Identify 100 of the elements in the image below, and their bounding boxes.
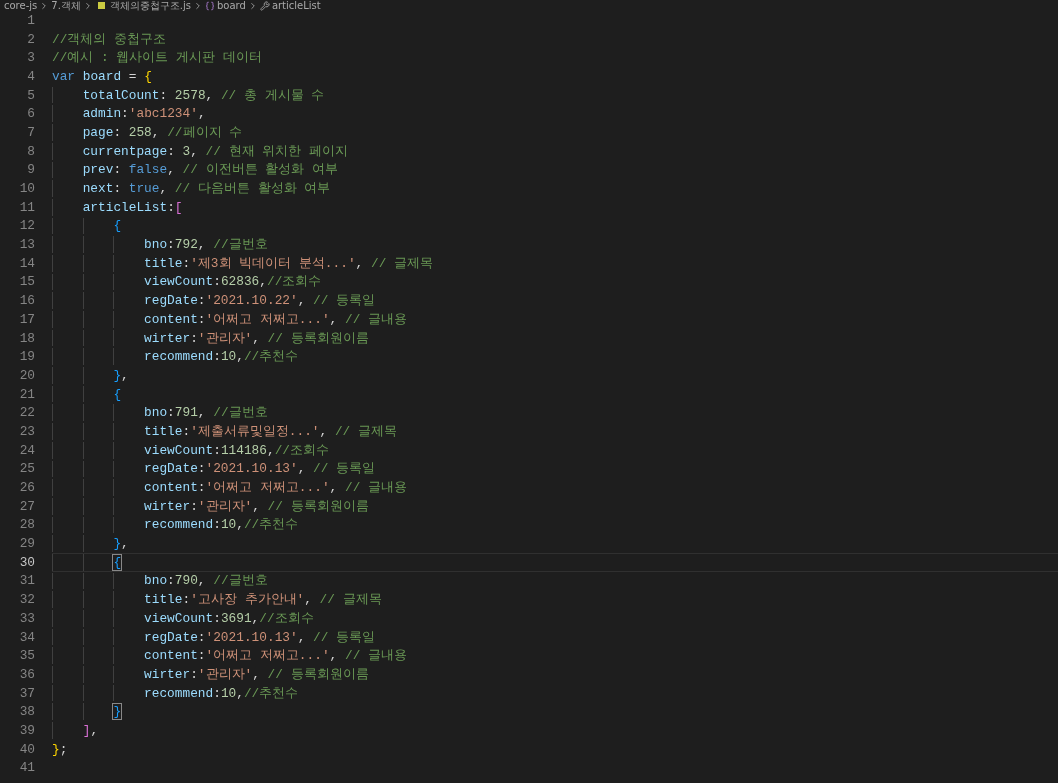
punctuation: ; bbox=[59, 741, 68, 757]
punctuation: : bbox=[213, 517, 221, 533]
punctuation: , bbox=[197, 237, 207, 253]
punctuation: , bbox=[236, 349, 244, 365]
punctuation: , bbox=[197, 405, 207, 421]
punctuation: , bbox=[190, 143, 199, 159]
line-number: 30 bbox=[18, 554, 35, 570]
line-number: 29 bbox=[18, 536, 35, 552]
number-literal: 10 bbox=[220, 349, 237, 365]
punctuation: : bbox=[167, 573, 175, 589]
line-number: 20 bbox=[18, 367, 35, 383]
breadcrumb-item[interactable]: core-js bbox=[4, 0, 38, 11]
code-comment: // 글제목 bbox=[334, 422, 397, 440]
punctuation: , bbox=[252, 498, 261, 514]
property-name: content bbox=[144, 311, 198, 327]
property-name: viewCount bbox=[144, 274, 214, 290]
line-number: 11 bbox=[18, 199, 35, 215]
punctuation: : bbox=[197, 480, 206, 496]
punctuation: , bbox=[251, 610, 260, 626]
property-name: totalCount bbox=[82, 87, 160, 103]
punctuation: : bbox=[197, 629, 206, 645]
breadcrumb-item[interactable]: 객체의중첩구조.js bbox=[109, 0, 191, 11]
punctuation: , bbox=[252, 666, 261, 682]
keyword: true bbox=[128, 181, 160, 197]
number-literal: 2578 bbox=[174, 87, 206, 103]
property-name: next bbox=[82, 181, 114, 197]
punctuation: , bbox=[355, 255, 365, 271]
keyword: false bbox=[128, 162, 168, 178]
line-number: 4 bbox=[26, 68, 35, 84]
breadcrumb-item[interactable]: articleList bbox=[271, 0, 321, 11]
line-number: 3 bbox=[26, 50, 35, 66]
line-number: 21 bbox=[18, 386, 35, 402]
line-number: 40 bbox=[18, 741, 35, 757]
code-comment: //조회수 bbox=[274, 441, 329, 459]
punctuation: : bbox=[197, 648, 206, 664]
string-literal: 'abc1234' bbox=[128, 106, 198, 122]
code-comment: // 등록일 bbox=[313, 628, 376, 646]
breadcrumb-item[interactable]: board bbox=[217, 0, 246, 11]
bracket: ] bbox=[82, 722, 91, 738]
breadcrumb-item[interactable]: 7.객체 bbox=[51, 0, 81, 11]
property-name: board bbox=[82, 68, 122, 84]
string-literal: '2021.10.22' bbox=[205, 293, 298, 309]
punctuation: , bbox=[90, 722, 99, 738]
string-literal: '2021.10.13' bbox=[205, 629, 298, 645]
punctuation: , bbox=[329, 480, 339, 496]
line-number: 15 bbox=[18, 274, 35, 290]
line-number: 31 bbox=[18, 573, 35, 589]
line-number: 34 bbox=[18, 629, 35, 645]
code-comment: //글번호 bbox=[213, 236, 268, 254]
keyword: var bbox=[52, 68, 77, 84]
code-comment: // 등록회원이름 bbox=[267, 329, 369, 347]
punctuation: , bbox=[252, 330, 261, 346]
punctuation: : bbox=[113, 124, 123, 140]
number-literal: 10 bbox=[220, 685, 237, 701]
punctuation: : bbox=[182, 423, 191, 439]
string-literal: '어쩌고 저쩌고...' bbox=[205, 310, 330, 328]
property-name: content bbox=[144, 480, 198, 496]
property-name: articleList bbox=[82, 199, 168, 215]
punctuation: : bbox=[190, 498, 198, 514]
bracket: } bbox=[113, 367, 122, 383]
code-comment: //페이지 수 bbox=[167, 123, 243, 141]
code-comment: //조회수 bbox=[259, 609, 314, 627]
property-name: bno bbox=[144, 405, 168, 421]
line-number: 9 bbox=[26, 162, 35, 178]
string-literal: '고사장 추가안내' bbox=[190, 591, 305, 609]
js-file-icon bbox=[97, 2, 105, 9]
line-number: 6 bbox=[26, 106, 35, 122]
punctuation: , bbox=[297, 461, 307, 477]
string-literal: '제3회 빅데이터 분석...' bbox=[190, 254, 356, 272]
code-comment: // 글제목 bbox=[370, 254, 433, 272]
punctuation: : bbox=[213, 274, 221, 290]
punctuation: : bbox=[167, 237, 175, 253]
punctuation: : bbox=[197, 293, 206, 309]
property-name: bno bbox=[144, 573, 168, 589]
string-literal: '관리자' bbox=[197, 329, 253, 347]
punctuation: , bbox=[319, 423, 329, 439]
number-literal: 3691 bbox=[220, 610, 252, 626]
bracket: [ bbox=[174, 199, 183, 215]
punctuation: : bbox=[113, 181, 123, 197]
punctuation: : bbox=[182, 255, 191, 271]
code-comment: //추천수 bbox=[243, 684, 299, 702]
punctuation: : bbox=[213, 349, 221, 365]
punctuation: : bbox=[113, 162, 123, 178]
number-literal: 791 bbox=[174, 405, 198, 421]
code-comment: //추천수 bbox=[243, 348, 299, 366]
punctuation: : bbox=[213, 442, 221, 458]
punctuation: : bbox=[121, 106, 129, 122]
punctuation: : bbox=[190, 666, 198, 682]
punctuation: , bbox=[151, 124, 161, 140]
property-name: recommend bbox=[144, 517, 214, 533]
line-number: 2 bbox=[26, 31, 35, 47]
punctuation: : bbox=[159, 87, 169, 103]
punctuation: , bbox=[205, 87, 215, 103]
punctuation: : bbox=[197, 461, 206, 477]
punctuation: = bbox=[127, 68, 138, 84]
code-comment: // 현재 위치한 페이지 bbox=[205, 142, 348, 160]
number-literal: 114186 bbox=[220, 442, 267, 458]
line-number: 25 bbox=[18, 461, 35, 477]
number-literal: 792 bbox=[174, 237, 198, 253]
number-literal: 3 bbox=[182, 143, 191, 159]
